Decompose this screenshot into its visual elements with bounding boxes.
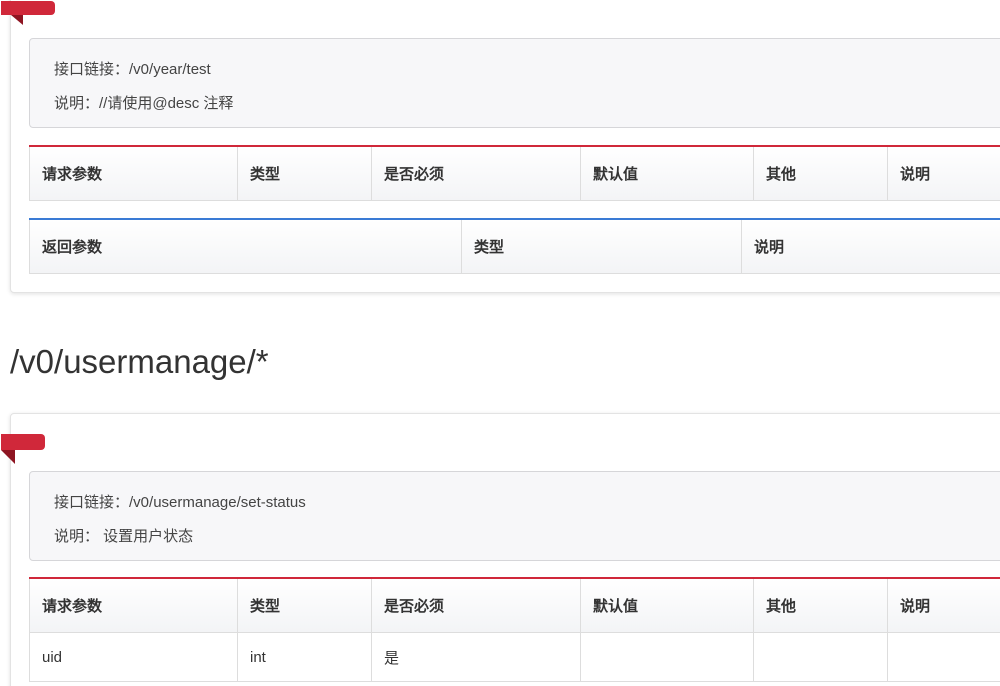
ribbon-fold — [11, 15, 23, 25]
section-title: /v0/usermanage/* — [10, 343, 269, 380]
th-description: 说明 — [887, 146, 1000, 201]
api-link-value: /v0/year/test — [129, 61, 211, 78]
th-required: 是否必须 — [371, 578, 581, 633]
response-params-table: 返回参数 类型 说明 — [29, 218, 1000, 274]
cell-required: 是 — [371, 632, 581, 682]
api-card-year-test: 接口链接：/v0/year/test 说明：//请使用@desc 注释 请求参数… — [1, 0, 1000, 293]
api-info-box: 接口链接：/v0/year/test 说明：//请使用@desc 注释 — [29, 38, 1000, 128]
th-request-param: 请求参数 — [29, 146, 238, 201]
api-desc-label: 说明： — [54, 95, 100, 112]
cell-default — [580, 632, 754, 682]
th-other: 其他 — [753, 578, 888, 633]
ribbon-marker — [1, 434, 45, 450]
api-info-box: 接口链接：/v0/usermanage/set-status 说明： 设置用户状… — [29, 471, 1000, 561]
ribbon-marker — [1, 1, 55, 15]
th-response-param: 返回参数 — [29, 219, 462, 274]
th-default: 默认值 — [580, 146, 754, 201]
cell-type: int — [237, 632, 372, 682]
api-desc-value: 设置用户状态 — [99, 528, 194, 545]
table-header-row: 请求参数 类型 是否必须 默认值 其他 说明 — [29, 146, 1000, 201]
request-params-table: 请求参数 类型 是否必须 默认值 其他 说明 — [29, 145, 1000, 201]
api-link-line: 接口链接：/v0/usermanage/set-status — [54, 491, 306, 512]
th-type: 类型 — [237, 146, 372, 201]
api-desc-value: //请使用@desc 注释 — [99, 95, 234, 112]
cell-param-name: uid — [29, 632, 238, 682]
table-row: uid int 是 — [29, 632, 1000, 682]
cell-other — [753, 632, 888, 682]
api-desc-line: 说明：//请使用@desc 注释 — [54, 92, 233, 113]
api-link-label: 接口链接： — [54, 494, 130, 511]
api-link-value: /v0/usermanage/set-status — [129, 494, 306, 511]
th-description: 说明 — [741, 219, 1000, 274]
ribbon-fold — [1, 450, 15, 464]
th-type: 类型 — [461, 219, 742, 274]
api-link-line: 接口链接：/v0/year/test — [54, 58, 211, 79]
th-type: 类型 — [237, 578, 372, 633]
api-doc-page: 接口链接：/v0/year/test 说明：//请使用@desc 注释 请求参数… — [0, 0, 1000, 686]
api-card-set-status: 接口链接：/v0/usermanage/set-status 说明： 设置用户状… — [1, 413, 1000, 686]
th-request-param: 请求参数 — [29, 578, 238, 633]
table-header-row: 请求参数 类型 是否必须 默认值 其他 说明 — [29, 578, 1000, 633]
api-desc-line: 说明： 设置用户状态 — [54, 525, 193, 546]
th-required: 是否必须 — [371, 146, 581, 201]
request-params-table: 请求参数 类型 是否必须 默认值 其他 说明 uid int 是 — [29, 577, 1000, 682]
api-link-label: 接口链接： — [54, 61, 130, 78]
th-default: 默认值 — [580, 578, 754, 633]
th-description: 说明 — [887, 578, 1000, 633]
cell-description — [887, 632, 1000, 682]
th-other: 其他 — [753, 146, 888, 201]
table-header-row: 返回参数 类型 说明 — [29, 219, 1000, 274]
api-desc-label: 说明： — [54, 528, 100, 545]
